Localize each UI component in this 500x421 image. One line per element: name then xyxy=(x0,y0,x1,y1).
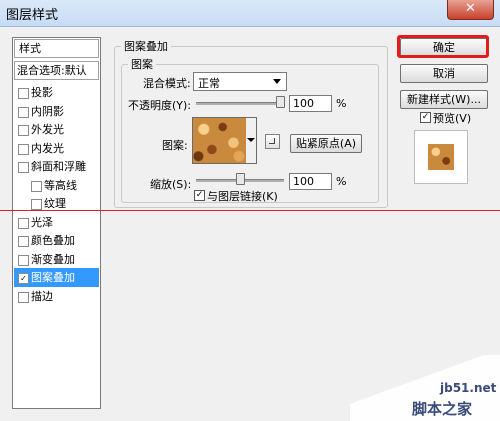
style-item-label: 投影 xyxy=(31,86,53,99)
watermark-name: 脚本之家 xyxy=(412,400,473,418)
red-guide-line xyxy=(0,210,500,211)
style-item-label: 光泽 xyxy=(31,215,53,229)
checkmark-icon: ✓ xyxy=(421,112,430,122)
blend-options-label: 混合选项:默认 xyxy=(17,64,87,77)
link-with-layer-checkbox[interactable]: ✓ xyxy=(194,190,205,201)
ok-highlight-annotation xyxy=(397,35,489,58)
blend-mode-value: 正常 xyxy=(198,77,220,90)
style-preview-thumbnail xyxy=(414,130,468,184)
cancel-button[interactable]: 取消 xyxy=(400,64,488,83)
style-item-checkbox[interactable] xyxy=(18,88,29,99)
style-item-label: 内发光 xyxy=(31,141,64,155)
preview-label: 预览(V) xyxy=(433,112,472,125)
style-item-checkbox[interactable] xyxy=(18,217,29,229)
window-title: 图层样式 xyxy=(6,8,59,23)
style-item[interactable]: 外发光 xyxy=(14,120,99,139)
style-item-label: 内阴影 xyxy=(31,104,64,118)
style-item-checkbox[interactable]: ✓ xyxy=(18,273,29,284)
styles-list: 样式 混合选项:默认 投影 内阴影 外发光 内发光 斜面和浮雕 等高线 纹理 光泽 颜色叠加 渐变… xyxy=(12,37,101,409)
snap-to-origin-button[interactable]: 贴紧原点(A) xyxy=(290,134,362,153)
style-item[interactable]: 颜色叠加 xyxy=(14,231,99,250)
style-item[interactable]: 投影 xyxy=(14,83,99,102)
chevron-down-icon xyxy=(273,79,281,84)
close-button[interactable]: ✕ xyxy=(447,0,494,20)
style-item-checkbox[interactable] xyxy=(18,125,29,136)
blend-mode-label: 混合模式: xyxy=(143,77,191,90)
scale-unit: % xyxy=(336,175,347,188)
style-item-label: 图案叠加 xyxy=(31,271,75,284)
opacity-input[interactable]: 100 xyxy=(289,95,332,112)
checkmark-icon: ✓ xyxy=(195,190,204,200)
style-item-label: 等高线 xyxy=(44,178,77,192)
style-item[interactable]: 等高线 xyxy=(14,176,99,195)
pattern-label: 图案: xyxy=(162,139,188,152)
style-item-checkbox[interactable] xyxy=(18,254,29,266)
new-preset-icon[interactable] xyxy=(265,134,280,149)
style-item-checkbox[interactable] xyxy=(18,106,29,118)
style-item-checkbox[interactable] xyxy=(18,162,29,173)
scale-slider-thumb[interactable] xyxy=(236,173,245,185)
pattern-swatch[interactable] xyxy=(192,117,248,164)
chevron-down-icon xyxy=(247,138,255,142)
scale-label: 缩放(S): xyxy=(150,178,192,191)
style-item-label: 外发光 xyxy=(31,123,64,136)
style-item[interactable]: 斜面和浮雕 xyxy=(14,157,99,176)
style-item[interactable]: 内发光 xyxy=(14,139,99,158)
blend-mode-select[interactable]: 正常 xyxy=(193,72,287,91)
style-item[interactable]: 内阴影 xyxy=(14,102,99,121)
styles-header-label: 样式 xyxy=(19,42,41,55)
style-item-checkbox[interactable] xyxy=(18,291,29,303)
style-item-checkbox[interactable] xyxy=(31,199,42,210)
pattern-subgroup-title: 图案 xyxy=(131,58,153,71)
style-item-label: 描边 xyxy=(31,289,53,303)
style-item-checkbox[interactable] xyxy=(31,180,42,192)
scale-input[interactable]: 100 xyxy=(289,173,332,190)
style-item-checkbox[interactable] xyxy=(18,143,29,155)
opacity-slider-thumb[interactable] xyxy=(276,96,285,108)
opacity-slider-track[interactable] xyxy=(196,102,284,105)
style-item-checkbox[interactable] xyxy=(18,236,29,247)
new-style-button[interactable]: 新建样式(W)... xyxy=(400,90,488,109)
blend-options-default[interactable]: 混合选项:默认 xyxy=(14,61,99,80)
preview-checkbox[interactable]: ✓ xyxy=(420,112,431,123)
watermark-site: jb51.net xyxy=(440,381,497,395)
title-bar: 图层样式 ✕ xyxy=(0,0,500,27)
style-item-label: 斜面和浮雕 xyxy=(31,160,86,173)
pattern-overlay-title: 图案叠加 xyxy=(124,40,168,53)
opacity-unit: % xyxy=(336,97,347,110)
style-item[interactable]: 光泽 xyxy=(14,213,99,232)
style-item-label: 渐变叠加 xyxy=(31,252,75,266)
link-with-layer-label: 与图层链接(K) xyxy=(207,190,278,203)
opacity-label: 不透明度(Y): xyxy=(128,99,192,112)
style-item-label: 颜色叠加 xyxy=(31,234,75,247)
style-item[interactable]: 描边 xyxy=(14,287,99,306)
styles-header[interactable]: 样式 xyxy=(14,39,99,58)
style-item[interactable]: 渐变叠加 xyxy=(14,250,99,269)
style-item[interactable]: ✓ 图案叠加 xyxy=(14,268,99,287)
pattern-picker-button[interactable] xyxy=(246,117,257,164)
